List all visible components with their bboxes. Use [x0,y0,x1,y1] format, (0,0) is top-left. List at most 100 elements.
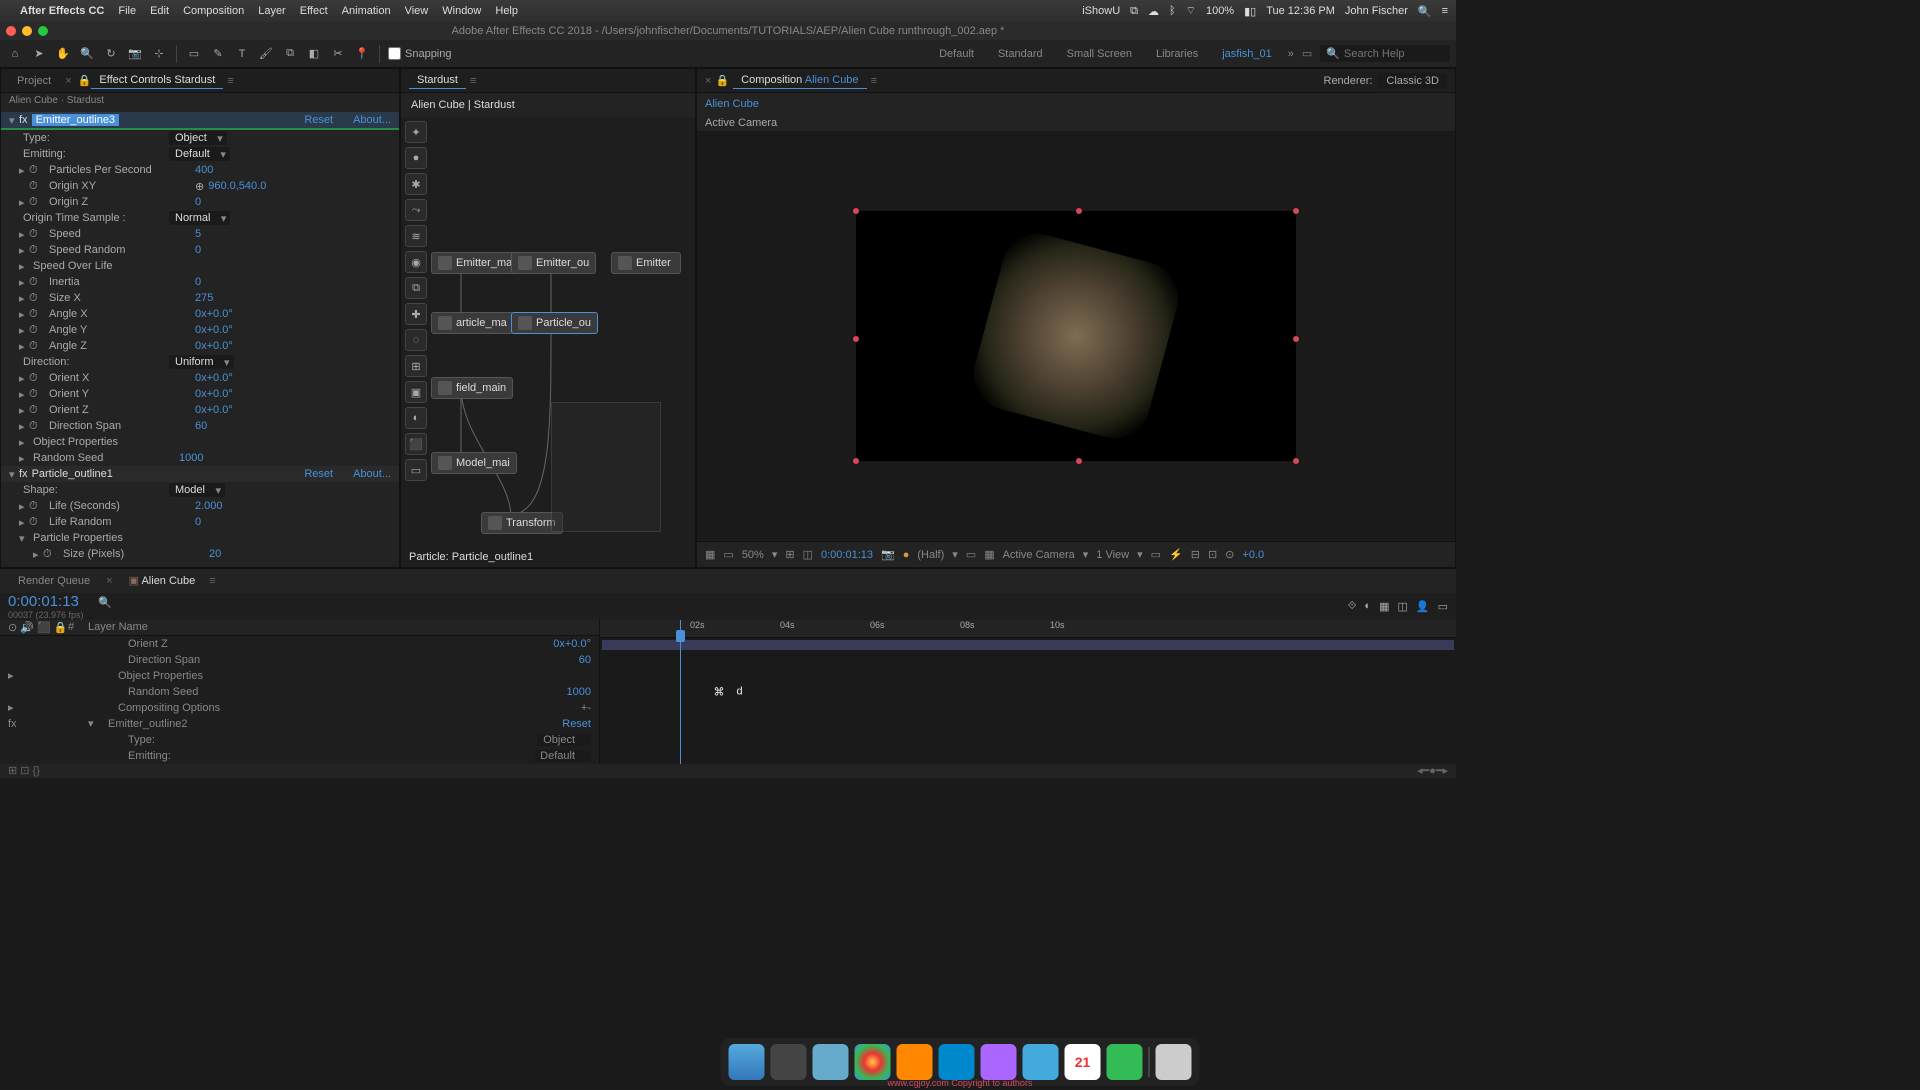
emitting-dropdown[interactable]: Default [534,750,591,762]
transform-node-icon[interactable]: ✚ [405,303,427,325]
battery-status[interactable]: 100% [1206,5,1234,17]
current-time-display[interactable]: 0:00:01:13 [821,549,873,561]
stopwatch-icon[interactable]: ⏱ [29,292,41,304]
camera-tool-icon[interactable]: 📷 [126,45,144,63]
layer-handle[interactable] [1293,208,1299,214]
pixel-aspect-icon[interactable]: ▭ [1151,548,1161,561]
anchor-tool-icon[interactable]: ⊹ [150,45,168,63]
speed-random-value[interactable]: 0 [195,244,201,256]
orient-x-value[interactable]: 0x+0.0° [195,372,233,384]
object-properties-label[interactable]: Object Properties [29,436,179,448]
stopwatch-icon[interactable]: ⏱ [29,324,41,336]
close-tab-icon[interactable]: × [106,575,112,587]
layer-handle[interactable] [1293,336,1299,342]
stopwatch-icon[interactable]: ⏱ [29,180,41,192]
flowchart-icon[interactable]: ⊡ [1208,548,1217,561]
menu-effect[interactable]: Effect [300,5,328,17]
node-particle-outline[interactable]: Particle_ou [511,312,598,334]
render-queue-tab[interactable]: Render Queue [8,573,100,589]
brush-tool-icon[interactable]: 🖌 [257,45,275,63]
emitting-dropdown[interactable]: Default [169,147,230,161]
workspace-custom[interactable]: jasfish_01 [1214,46,1280,62]
fx2-name[interactable]: Particle_outline1 [32,468,113,480]
stopwatch-icon[interactable]: ⏱ [43,548,55,560]
shape-dropdown[interactable]: Model [169,483,225,497]
stopwatch-icon[interactable]: ⏱ [29,500,41,512]
wifi-icon[interactable]: ⌔ [1186,4,1196,18]
orient-z-value[interactable]: 0x+0.0° [195,404,233,416]
rotation-tool-icon[interactable]: ↻ [102,45,120,63]
workspace-libraries[interactable]: Libraries [1148,46,1206,62]
crosshair-icon[interactable]: ⊕ [195,180,204,193]
playhead[interactable] [680,620,681,764]
stopwatch-icon[interactable]: ⏱ [29,404,41,416]
fx-name[interactable]: Emitter_outline3 [32,114,120,126]
pen-tool-icon[interactable]: ✎ [209,45,227,63]
node-emitter-outline[interactable]: Emitter_ou [511,252,596,274]
menu-layer[interactable]: Layer [258,5,286,17]
snapshot-icon[interactable]: 📷 [881,548,895,561]
motion-blur-icon[interactable]: ◐ [1364,600,1371,613]
orient-y-value[interactable]: 0x+0.0° [195,388,233,400]
shy-icon[interactable]: 👤 [1416,600,1430,613]
dropbox-icon[interactable]: ⧉ [1130,5,1138,18]
safari-icon[interactable] [1023,1044,1059,1080]
bluetooth-icon[interactable]: ᛒ [1169,5,1176,17]
stardust-tab[interactable]: Stardust [409,72,466,89]
light-node-icon[interactable]: ◐ [405,407,427,429]
camera-dropdown[interactable]: Active Camera [1003,549,1075,561]
prop-direction-span[interactable]: Direction Span [128,654,200,666]
timeline-layer-list[interactable]: ⊙ 🔊 ⬛ 🔒 #Layer Name Orient Z0x+0.0° Dire… [0,620,600,764]
prop-random-seed[interactable]: Random Seed [128,686,198,698]
close-window-button[interactable] [6,26,16,36]
ots-dropdown[interactable]: Normal [169,211,230,225]
chevron-down-icon[interactable]: ▾ [772,548,778,561]
stopwatch-icon[interactable]: ⏱ [29,276,41,288]
speed-over-life-label[interactable]: Speed Over Life [29,260,179,272]
rectangle-tool-icon[interactable]: ▭ [185,45,203,63]
text-tool-icon[interactable]: T [233,45,251,63]
particle-node-icon[interactable]: ● [405,147,427,169]
chevron-down-icon[interactable]: ▾ [952,548,958,561]
node-field-main[interactable]: field_main [431,377,513,399]
3d-icon[interactable]: ◫ [1397,600,1407,613]
grid-toggle-icon[interactable]: ⊞ [785,548,794,561]
prop-object-properties[interactable]: Object Properties [118,670,203,682]
illustrator-icon[interactable] [897,1044,933,1080]
inertia-value[interactable]: 0 [195,276,201,288]
trash-icon[interactable] [1156,1044,1192,1080]
stopwatch-icon[interactable]: ⏱ [29,164,41,176]
menu-composition[interactable]: Composition [183,5,244,17]
layer-handle[interactable] [1076,208,1082,214]
renderer-dropdown[interactable]: Classic 3D [1378,73,1447,89]
prop-compositing-options[interactable]: Compositing Options [118,702,220,714]
graph-editor-icon[interactable]: ⟐ [1348,600,1357,613]
shadow-node-icon[interactable]: ⬛ [405,433,427,455]
grid-icon[interactable]: ▭ [723,548,733,561]
stopwatch-icon[interactable]: ⏱ [29,308,41,320]
close-tab-icon[interactable]: × [705,75,711,87]
origin-z-value[interactable]: 0 [195,196,201,208]
transparency-icon[interactable]: ▦ [984,548,994,561]
photoshop-icon[interactable] [939,1044,975,1080]
after-effects-icon[interactable] [981,1044,1017,1080]
hand-tool-icon[interactable]: ✋ [54,45,72,63]
workspace-overflow-icon[interactable]: » [1288,48,1294,60]
timeline-track-area[interactable]: 02s 04s 06s 08s 10s [600,620,1456,764]
random-seed-value[interactable]: 1000 [179,452,203,464]
fx-particle-header[interactable]: ▾fx Particle_outline1 Reset About... [1,466,399,482]
stopwatch-icon[interactable]: ⏱ [29,372,41,384]
layer-handle[interactable] [853,336,859,342]
workspace-settings-icon[interactable]: ▭ [1302,47,1312,60]
reset-button[interactable]: Reset [304,468,333,480]
angle-x-value[interactable]: 0x+0.0° [195,308,233,320]
panel-menu-icon[interactable]: ≡ [227,75,233,87]
time-ruler[interactable]: 02s 04s 06s 08s 10s [600,620,1456,638]
size-pixels-value[interactable]: 20 [209,548,221,560]
puppet-tool-icon[interactable]: 📍 [353,45,371,63]
eraser-tool-icon[interactable]: ◧ [305,45,323,63]
chevron-down-icon[interactable]: ▾ [1137,548,1143,561]
launchpad-icon[interactable] [771,1044,807,1080]
pps-value[interactable]: 400 [195,164,213,176]
menu-help[interactable]: Help [495,5,518,17]
